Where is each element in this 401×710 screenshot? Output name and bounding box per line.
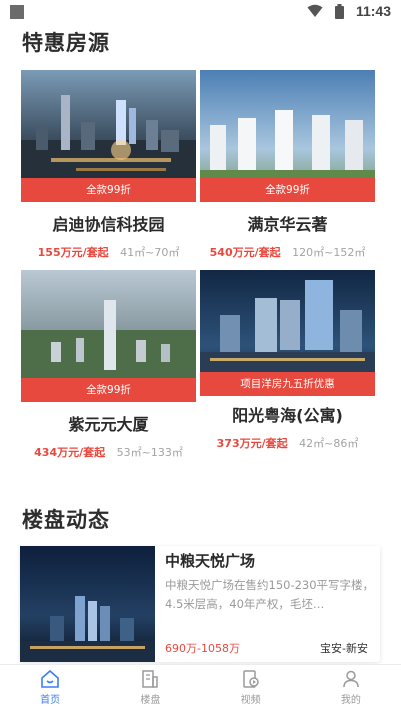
video-icon xyxy=(242,670,259,688)
status-bar: 11:43 xyxy=(0,0,401,24)
property-card[interactable]: 全款99折 紫元元大厦 434万元/套起 53㎡~133㎡ xyxy=(21,270,196,460)
discount-badge: 全款99折 xyxy=(21,178,196,202)
property-area: 120㎡~152㎡ xyxy=(292,246,366,259)
property-image: 项目洋房九五折优惠 xyxy=(200,270,375,396)
building-icon xyxy=(142,670,159,688)
property-meta: 373万元/套起 42㎡~86㎡ xyxy=(200,435,375,451)
property-price: 373万元/套起 xyxy=(216,437,288,450)
news-image xyxy=(20,546,155,662)
property-name: 紫元元大厦 xyxy=(68,415,149,434)
news-price: 690万-1058万 xyxy=(165,642,240,655)
tab-video[interactable]: 视频 xyxy=(201,665,301,710)
tab-label: 楼盘 xyxy=(140,695,161,706)
tab-home[interactable]: 首页 xyxy=(0,665,100,710)
news-location: 宝安-新安 xyxy=(320,642,368,655)
property-card[interactable]: 全款99折 启迪协信科技园 155万元/套起 41㎡~70㎡ xyxy=(21,70,196,260)
property-price: 434万元/套起 xyxy=(34,446,106,459)
property-name: 满京华云著 xyxy=(247,215,328,234)
property-area: 42㎡~86㎡ xyxy=(299,437,359,450)
battery-icon xyxy=(334,3,344,19)
discount-badge: 全款99折 xyxy=(21,378,196,402)
property-name: 启迪协信科技园 xyxy=(52,215,165,234)
tab-profile[interactable]: 我的 xyxy=(301,665,401,710)
wifi-icon xyxy=(307,4,323,17)
news-title: 中粮天悦广场 xyxy=(165,552,256,570)
notification-icon xyxy=(10,5,24,19)
news-section-title: 楼盘动态 xyxy=(22,508,110,532)
property-price: 155万元/套起 xyxy=(37,246,109,259)
property-meta: 434万元/套起 53㎡~133㎡ xyxy=(21,444,196,460)
property-image: 全款99折 xyxy=(200,70,375,202)
property-image: 全款99折 xyxy=(21,70,196,202)
property-area: 53㎡~133㎡ xyxy=(116,446,183,459)
property-name: 阳光粤海(公寓) xyxy=(232,406,343,425)
discount-badge: 项目洋房九五折优惠 xyxy=(200,372,375,396)
tab-label: 首页 xyxy=(40,695,61,706)
profile-icon xyxy=(343,670,359,688)
bottom-tab-bar: 首页 楼盘 视频 我的 xyxy=(0,664,401,710)
tab-label: 视频 xyxy=(240,695,261,706)
featured-section-title: 特惠房源 xyxy=(22,31,110,55)
property-price: 540万元/套起 xyxy=(209,246,281,259)
tab-label: 我的 xyxy=(340,695,361,706)
property-card[interactable]: 项目洋房九五折优惠 阳光粤海(公寓) 373万元/套起 42㎡~86㎡ xyxy=(200,270,375,451)
status-time: 11:43 xyxy=(355,3,391,19)
home-icon xyxy=(41,669,59,688)
property-meta: 540万元/套起 120㎡~152㎡ xyxy=(200,244,375,260)
tab-buildings[interactable]: 楼盘 xyxy=(100,665,200,710)
property-area: 41㎡~70㎡ xyxy=(120,246,180,259)
news-card[interactable]: 中粮天悦广场 中粮天悦广场在售约150-230平写字楼，4.5米层高，40年产权… xyxy=(20,546,380,662)
property-card[interactable]: 全款99折 满京华云著 540万元/套起 120㎡~152㎡ xyxy=(200,70,375,260)
property-image: 全款99折 xyxy=(21,270,196,402)
news-description: 中粮天悦广场在售约150-230平写字楼，4.5米层高，40年产权，毛坯… xyxy=(165,578,375,611)
discount-badge: 全款99折 xyxy=(200,178,375,202)
property-meta: 155万元/套起 41㎡~70㎡ xyxy=(21,244,196,260)
